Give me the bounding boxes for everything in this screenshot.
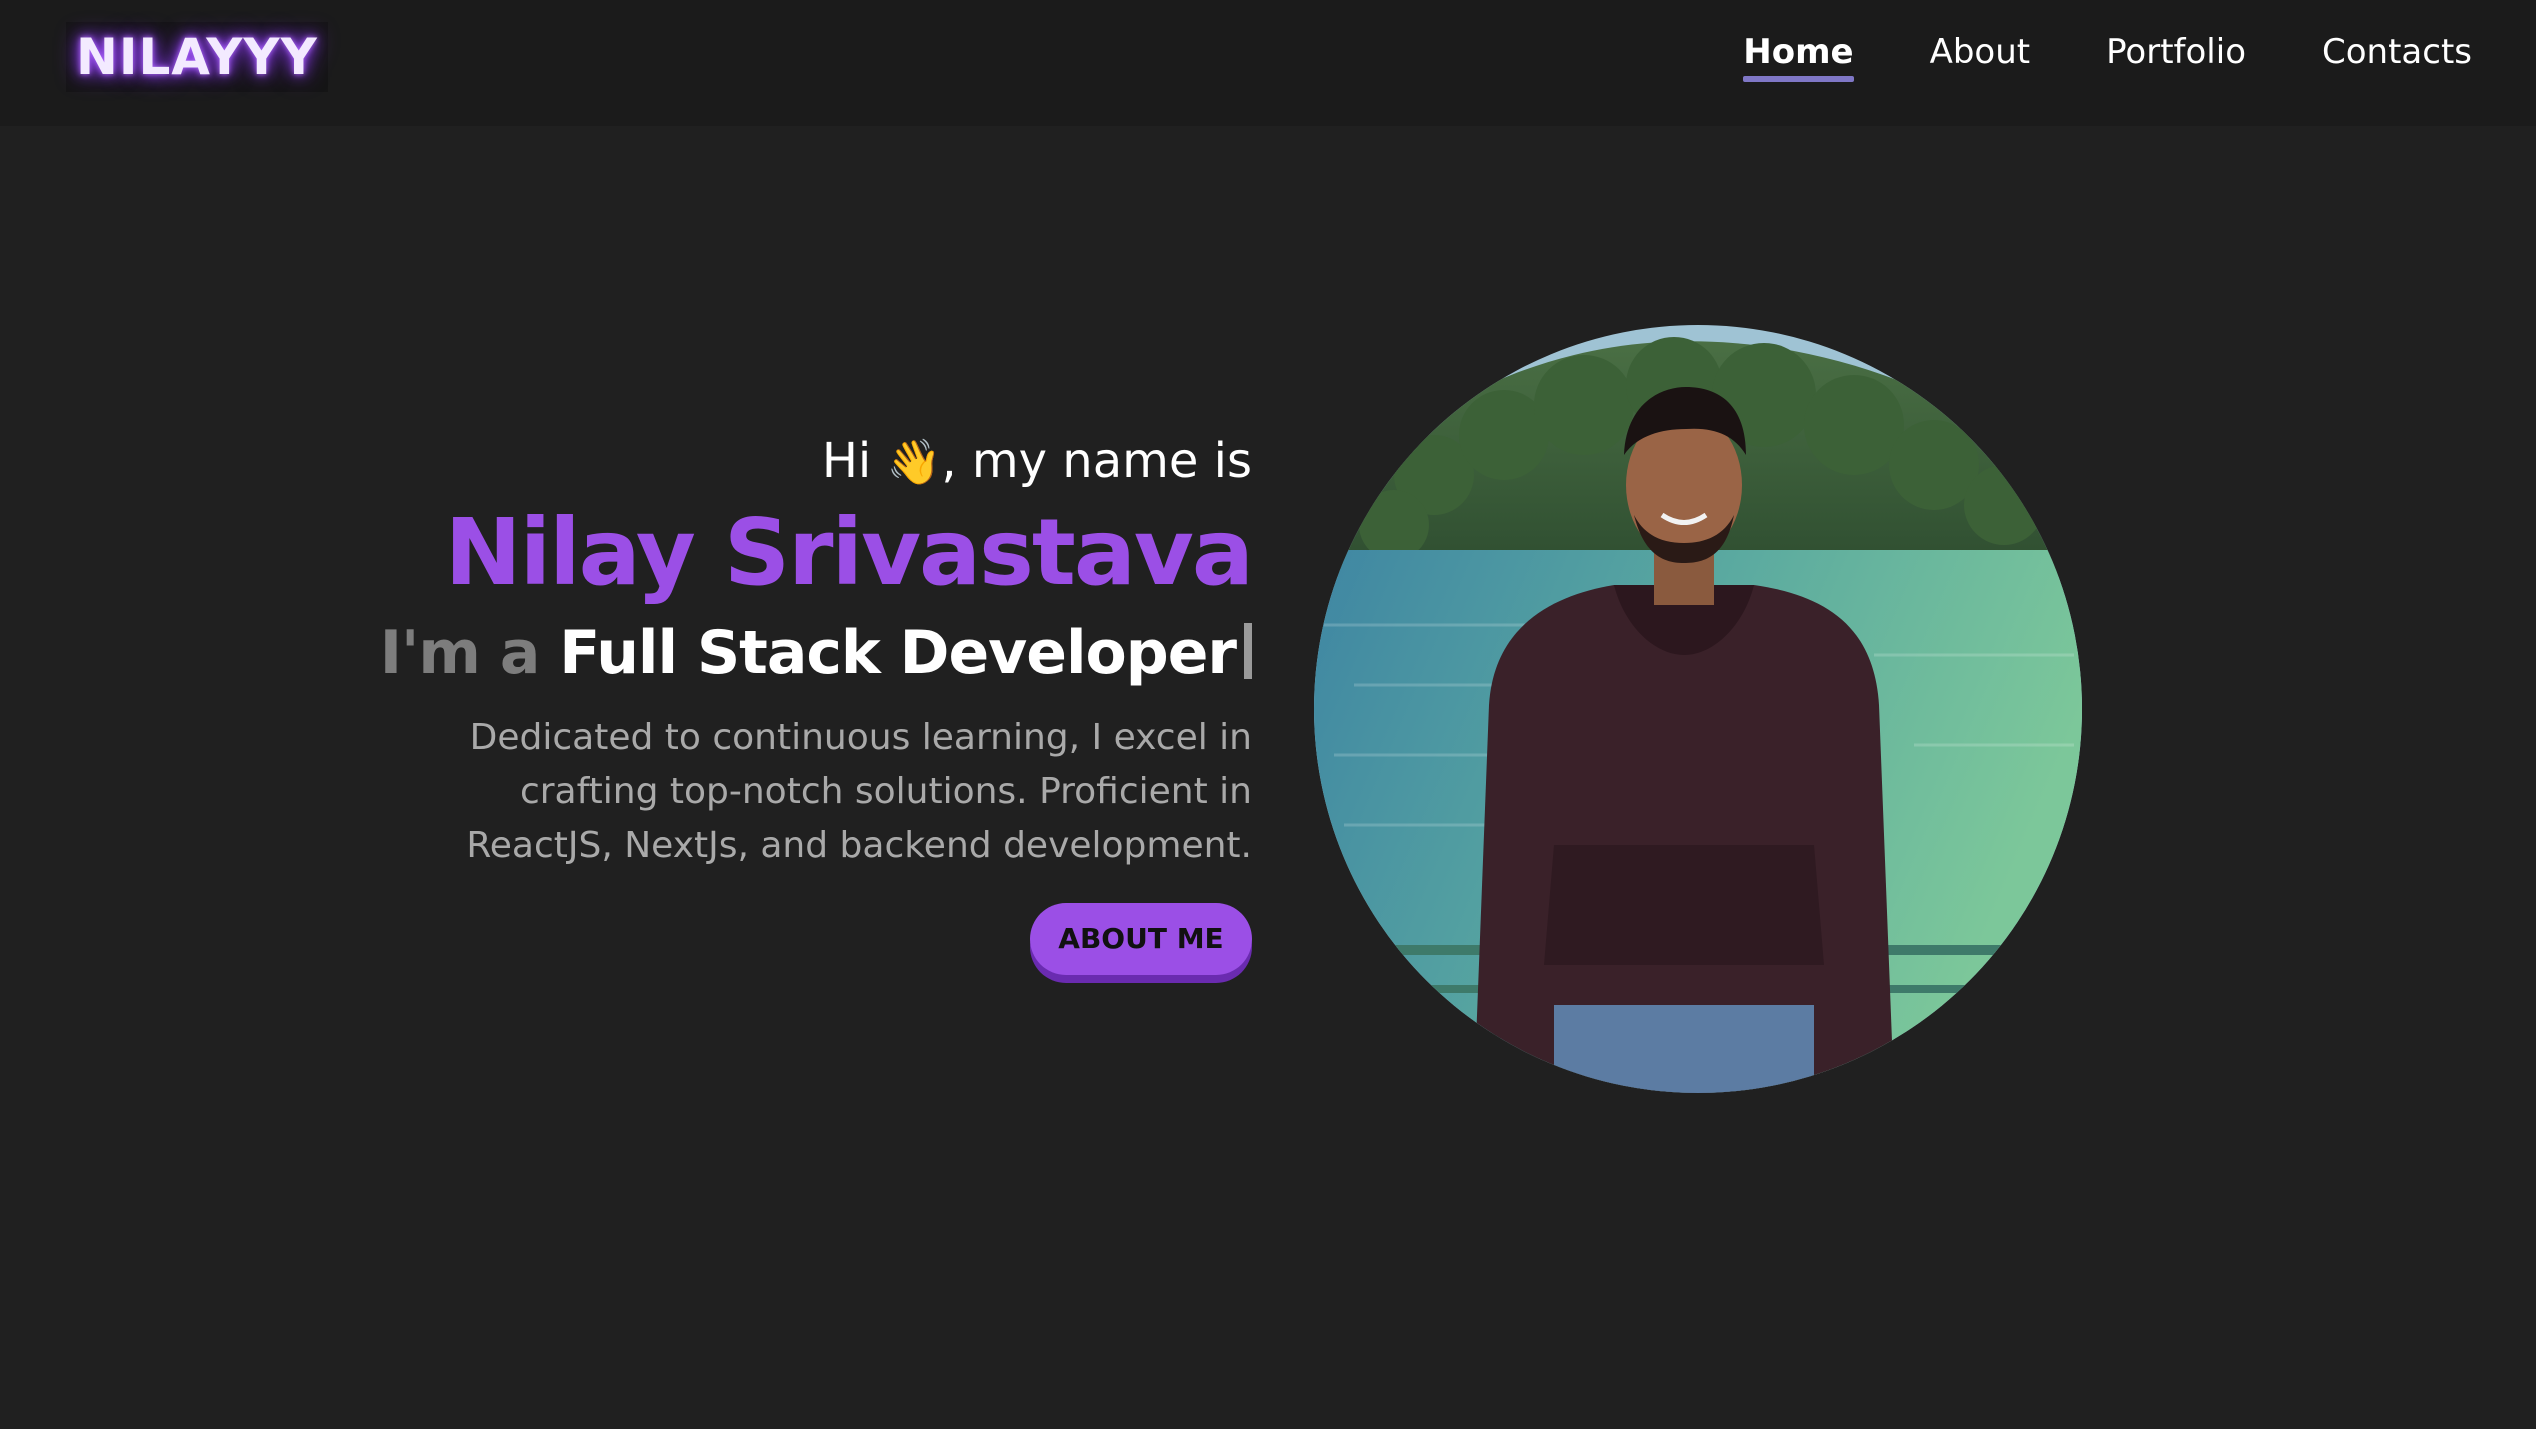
description-line: crafting top-notch solutions. Proficient… (519, 771, 1252, 812)
role-line: I'm a Full Stack Developer (372, 609, 1252, 697)
description-line: Dedicated to continuous learning, I exce… (469, 717, 1252, 758)
profile-photo (1314, 325, 2082, 1093)
nav-item-label: Contacts (2322, 32, 2472, 72)
nav-item-about[interactable]: About (1930, 26, 2031, 82)
nav-item-label: Home (1743, 32, 1854, 72)
nav-item-home[interactable]: Home (1743, 26, 1854, 82)
greeting-prefix: Hi (821, 433, 872, 489)
description-line: ReactJS, NextJs, and backend development… (466, 825, 1252, 866)
nav-item-label: Portfolio (2106, 32, 2246, 72)
profile-photo-illustration (1314, 325, 2082, 1093)
active-nav-underline (1743, 76, 1854, 82)
navbar: NILAYYY Home About Portfolio Contacts (0, 0, 2536, 126)
hero-description: Dedicated to continuous learning, I exce… (372, 711, 1252, 873)
hero-name: Nilay Srivastava (444, 499, 1254, 606)
greeting: Hi 👋, my name is (372, 425, 1252, 497)
waving-hand-icon: 👋 (886, 437, 942, 488)
typing-cursor (1244, 623, 1252, 679)
about-me-button[interactable]: ABOUT ME (1030, 903, 1252, 975)
role-prefix: I'm a (379, 618, 541, 688)
nav-item-label: About (1929, 32, 2031, 72)
logo[interactable]: NILAYYY (66, 22, 328, 92)
nav-item-contacts[interactable]: Contacts (2322, 26, 2472, 82)
role-title: Full Stack Developer (559, 618, 1237, 688)
nav-links: Home About Portfolio Contacts (1667, 26, 2472, 82)
nav-item-portfolio[interactable]: Portfolio (2106, 26, 2246, 82)
hero-intro: Hi 👋, my name is Nilay Srivastava I'm a … (372, 425, 1254, 975)
greeting-suffix: , my name is (941, 433, 1252, 489)
